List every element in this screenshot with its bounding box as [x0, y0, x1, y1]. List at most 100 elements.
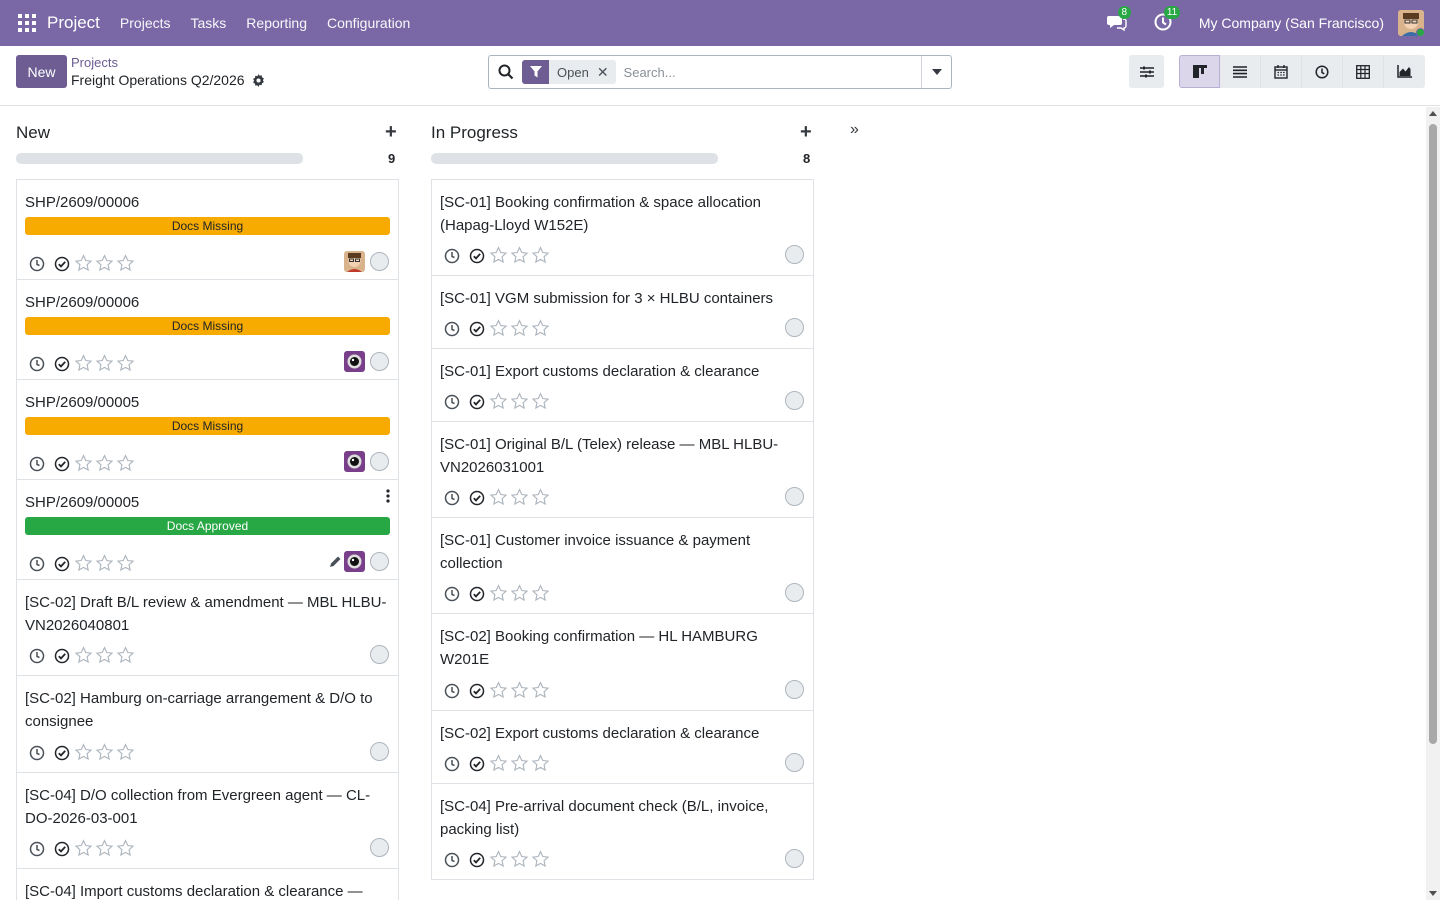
view-list-button[interactable]	[1220, 55, 1261, 88]
messages-icon[interactable]: 8	[1106, 6, 1131, 34]
column-progress-bar[interactable]	[16, 153, 303, 164]
search-input[interactable]	[623, 64, 914, 80]
vertical-scrollbar[interactable]	[1426, 107, 1440, 900]
star-icon[interactable]	[73, 253, 94, 274]
kanban-state-circle[interactable]	[785, 583, 804, 602]
kanban-state-circle[interactable]	[370, 452, 389, 471]
star-icon[interactable]	[488, 849, 509, 870]
kanban-state-circle[interactable]	[370, 645, 389, 664]
check-circle-icon[interactable]	[469, 756, 485, 772]
clock-icon[interactable]	[29, 841, 45, 857]
clock-icon[interactable]	[444, 394, 460, 410]
kanban-state-circle[interactable]	[370, 742, 389, 761]
star-icon[interactable]	[530, 487, 551, 508]
search-options-toggle[interactable]	[921, 56, 951, 88]
fold-columns-icon[interactable]: »	[850, 121, 859, 139]
scroll-down-arrow[interactable]	[1429, 891, 1437, 896]
star-icon[interactable]	[530, 680, 551, 701]
task-card[interactable]: SHP/2609/00005 Docs Approved	[17, 480, 398, 580]
star-icon[interactable]	[488, 391, 509, 412]
star-icon[interactable]	[530, 849, 551, 870]
star-icon[interactable]	[530, 318, 551, 339]
star-icon[interactable]	[115, 453, 136, 474]
pencil-icon[interactable]	[329, 555, 342, 568]
menu-tasks[interactable]: Tasks	[191, 15, 227, 31]
scroll-up-arrow[interactable]	[1429, 111, 1437, 116]
star-icon[interactable]	[94, 838, 115, 859]
close-icon[interactable]: ✕	[597, 64, 616, 81]
check-circle-icon[interactable]	[469, 586, 485, 602]
kebab-menu-icon[interactable]	[386, 489, 390, 503]
kanban-state-circle[interactable]	[370, 552, 389, 571]
view-activity-button[interactable]	[1302, 55, 1343, 88]
add-task-button[interactable]: +	[800, 121, 812, 144]
view-graph-button[interactable]	[1384, 55, 1425, 88]
assignee-avatar[interactable]	[344, 351, 365, 372]
new-button[interactable]: New	[16, 55, 67, 88]
star-icon[interactable]	[94, 645, 115, 666]
menu-reporting[interactable]: Reporting	[246, 15, 307, 31]
task-card[interactable]: [SC-02] Export customs declaration & cle…	[432, 711, 813, 784]
clock-icon[interactable]	[29, 356, 45, 372]
task-card[interactable]: [SC-04] D/O collection from Evergreen ag…	[17, 773, 398, 869]
clock-icon[interactable]	[444, 248, 460, 264]
check-circle-icon[interactable]	[54, 556, 70, 572]
star-icon[interactable]	[94, 553, 115, 574]
clock-icon[interactable]	[444, 683, 460, 699]
kanban-state-circle[interactable]	[370, 838, 389, 857]
task-card[interactable]: [SC-01] Booking confirmation & space all…	[432, 180, 813, 276]
star-icon[interactable]	[94, 453, 115, 474]
star-icon[interactable]	[115, 253, 136, 274]
star-icon[interactable]	[530, 245, 551, 266]
check-circle-icon[interactable]	[469, 248, 485, 264]
star-icon[interactable]	[509, 583, 530, 604]
check-circle-icon[interactable]	[469, 490, 485, 506]
star-icon[interactable]	[530, 753, 551, 774]
gear-icon[interactable]	[252, 73, 265, 87]
check-circle-icon[interactable]	[54, 356, 70, 372]
star-icon[interactable]	[94, 353, 115, 374]
kanban-state-circle[interactable]	[785, 849, 804, 868]
kanban-state-circle[interactable]	[785, 245, 804, 264]
kanban-state-circle[interactable]	[370, 252, 389, 271]
star-icon[interactable]	[94, 253, 115, 274]
clock-icon[interactable]	[444, 321, 460, 337]
assignee-avatar[interactable]	[344, 551, 365, 572]
check-circle-icon[interactable]	[54, 745, 70, 761]
star-icon[interactable]	[115, 838, 136, 859]
star-icon[interactable]	[488, 583, 509, 604]
star-icon[interactable]	[509, 391, 530, 412]
assignee-avatar[interactable]	[344, 251, 365, 272]
star-icon[interactable]	[488, 753, 509, 774]
clock-icon[interactable]	[444, 756, 460, 772]
view-kanban-button[interactable]	[1179, 55, 1220, 88]
star-icon[interactable]	[73, 645, 94, 666]
user-avatar[interactable]	[1398, 10, 1424, 36]
task-card[interactable]: [SC-01] Export customs declaration & cle…	[432, 349, 813, 422]
view-calendar-button[interactable]	[1261, 55, 1302, 88]
check-circle-icon[interactable]	[469, 394, 485, 410]
kanban-state-circle[interactable]	[785, 318, 804, 337]
star-icon[interactable]	[115, 645, 136, 666]
task-card[interactable]: [SC-02] Draft B/L review & amendment — M…	[17, 580, 398, 676]
menu-projects[interactable]: Projects	[120, 15, 171, 31]
task-card[interactable]: [SC-04] Pre-arrival document check (B/L,…	[432, 784, 813, 880]
activities-icon[interactable]: 11	[1153, 6, 1181, 34]
star-icon[interactable]	[509, 245, 530, 266]
kanban-state-circle[interactable]	[785, 680, 804, 699]
add-task-button[interactable]: +	[385, 121, 397, 144]
check-circle-icon[interactable]	[469, 683, 485, 699]
star-icon[interactable]	[530, 583, 551, 604]
clock-icon[interactable]	[29, 256, 45, 272]
check-circle-icon[interactable]	[469, 321, 485, 337]
kanban-state-circle[interactable]	[785, 487, 804, 506]
clock-icon[interactable]	[29, 456, 45, 472]
star-icon[interactable]	[73, 742, 94, 763]
clock-icon[interactable]	[29, 648, 45, 664]
clock-icon[interactable]	[444, 490, 460, 506]
star-icon[interactable]	[488, 318, 509, 339]
column-progress-bar[interactable]	[431, 153, 718, 164]
task-card[interactable]: [SC-02] Hamburg on-carriage arrangement …	[17, 676, 398, 773]
star-icon[interactable]	[488, 487, 509, 508]
company-switcher[interactable]: My Company (San Francisco)	[1199, 15, 1384, 31]
